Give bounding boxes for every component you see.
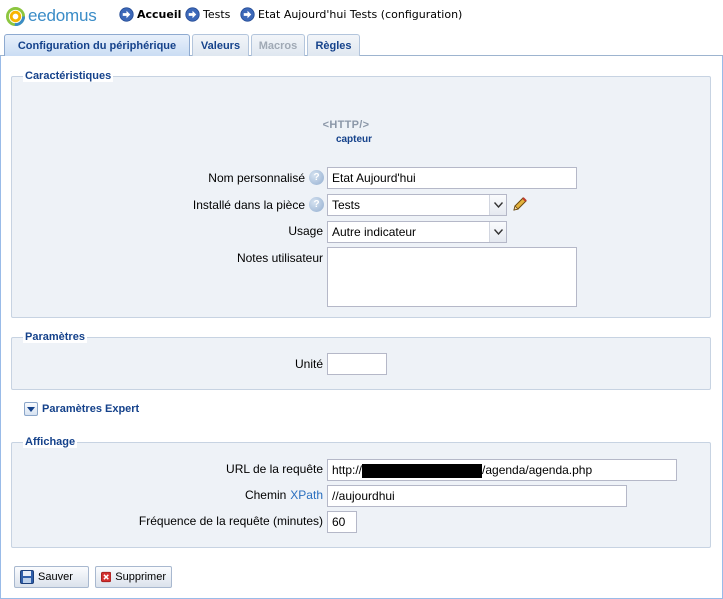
url-input[interactable]: http:// /agenda/agenda.php (327, 459, 677, 481)
chemin-label: Chemin (244, 488, 287, 502)
frequence-label: Fréquence de la requête (minutes) (138, 514, 323, 528)
save-button[interactable]: Sauver (14, 566, 89, 588)
piece-label-row: Installé dans la pièce ? (193, 197, 324, 212)
url-label-row: URL de la requête (226, 462, 323, 476)
legend-caracteristiques: Caractéristiques (23, 70, 114, 82)
tab-valeurs[interactable]: Valeurs (192, 34, 249, 56)
expert-label: Paramètres Expert (42, 403, 140, 415)
usage-select-value: Autre indicateur (332, 225, 417, 239)
tab-bar: Configuration du périphérique Valeurs Ma… (0, 31, 723, 57)
unite-label: Unité (294, 357, 323, 371)
expert-toggle[interactable]: Paramètres Expert (24, 402, 139, 416)
device-type-label: capteur (335, 134, 373, 145)
nom-label: Nom personnalisé (208, 170, 305, 185)
chevron-down-icon[interactable] (24, 402, 38, 416)
breadcrumb-label: Tests (203, 8, 231, 21)
help-icon[interactable]: ? (309, 197, 324, 212)
unite-input[interactable] (327, 353, 387, 375)
usage-select[interactable]: Autre indicateur (327, 221, 507, 243)
arrow-right-icon (185, 7, 200, 22)
legend-affichage: Affichage (23, 436, 78, 448)
notes-label-row: Notes utilisateur (237, 251, 323, 265)
breadcrumb-label: Accueil (137, 8, 182, 21)
xpath-link[interactable]: XPath (290, 488, 323, 502)
top-bar: eedomus Accueil Tests Etat Aujourd'hui T… (0, 0, 723, 31)
tab-configuration[interactable]: Configuration du périphérique (4, 34, 190, 57)
tab-regles[interactable]: Règles (307, 34, 360, 56)
delete-button[interactable]: Supprimer (95, 566, 172, 588)
delete-label: Supprimer (115, 571, 166, 583)
breadcrumb-label: Etat Aujourd'hui Tests (configuration) (258, 8, 463, 21)
arrow-right-icon (240, 7, 255, 22)
legend-parametres: Paramètres (23, 331, 87, 343)
frequence-label-row: Fréquence de la requête (minutes) (139, 514, 323, 528)
nom-label-row: Nom personnalisé ? (208, 170, 324, 185)
arrow-right-icon (119, 7, 134, 22)
device-type-icon: <HTTP/> capteur (318, 119, 374, 145)
redacted-host (362, 463, 483, 478)
tab-macros: Macros (251, 34, 305, 56)
url-suffix: /agenda/agenda.php (482, 463, 593, 477)
usage-label-row: Usage (288, 224, 323, 238)
usage-label: Usage (288, 224, 323, 238)
logo-text: eedomus (28, 6, 97, 25)
http-icon: <HTTP/> (322, 119, 370, 131)
nom-input[interactable]: Etat Aujourd'hui (327, 167, 577, 189)
floppy-disk-icon (20, 570, 34, 584)
frequence-input[interactable]: 60 (327, 511, 357, 533)
breadcrumb-room[interactable]: Tests (185, 7, 230, 22)
breadcrumb-device[interactable]: Etat Aujourd'hui Tests (configuration) (240, 7, 462, 22)
pencil-icon[interactable] (512, 196, 528, 212)
piece-label: Installé dans la pièce (192, 197, 305, 212)
notes-label: Notes utilisateur (236, 251, 323, 265)
save-label: Sauver (38, 571, 73, 583)
delete-x-icon (101, 571, 112, 583)
piece-select-value: Tests (332, 198, 361, 212)
eedomus-logo[interactable]: eedomus (6, 6, 97, 26)
eedomus-logo-icon (6, 6, 25, 26)
url-prefix: http:// (332, 463, 363, 477)
notes-textarea[interactable] (327, 247, 577, 307)
piece-select[interactable]: Tests (327, 194, 507, 216)
chevron-down-icon[interactable] (489, 222, 506, 242)
chemin-label-row: Chemin XPath (245, 488, 323, 502)
chevron-down-icon[interactable] (489, 195, 506, 215)
help-icon[interactable]: ? (309, 170, 324, 185)
chemin-input[interactable]: //aujourdhui (327, 485, 627, 507)
breadcrumb-home[interactable]: Accueil (119, 7, 181, 22)
url-label: URL de la requête (226, 462, 323, 476)
unite-label-row: Unité (295, 357, 323, 371)
